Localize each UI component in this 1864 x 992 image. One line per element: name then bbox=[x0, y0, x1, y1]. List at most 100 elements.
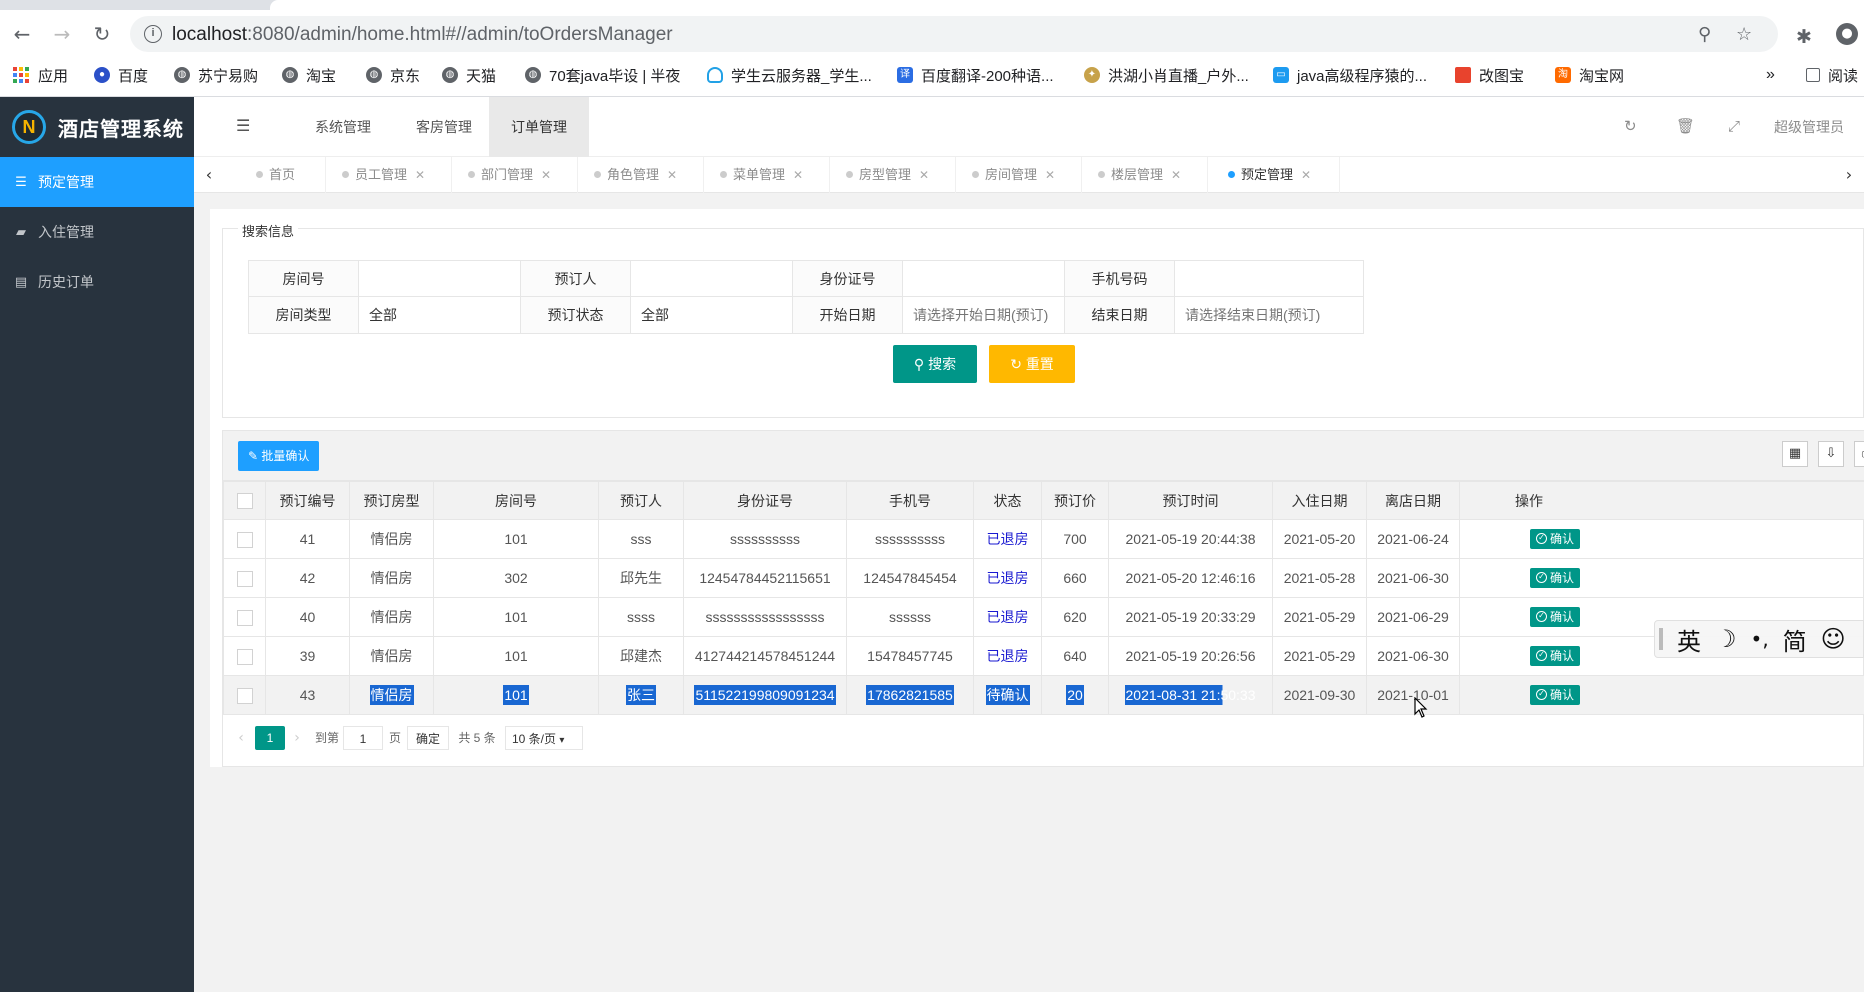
end-date-input[interactable] bbox=[1175, 297, 1363, 333]
start-date-input[interactable] bbox=[903, 297, 1091, 333]
select-all-checkbox[interactable] bbox=[236, 493, 253, 510]
id-card-input[interactable] bbox=[903, 261, 1091, 297]
profile-avatar-icon[interactable]: ● bbox=[1836, 23, 1858, 45]
ime-lang-toggle[interactable]: 英 bbox=[1677, 622, 1701, 657]
bookmark-java-senior[interactable]: ▭ java高级程序猿的... bbox=[1273, 64, 1427, 86]
row-checkbox[interactable] bbox=[236, 531, 253, 548]
forward-icon[interactable]: → bbox=[50, 22, 74, 46]
room-type-select[interactable]: 全部 bbox=[359, 297, 547, 333]
tab-reservations[interactable]: 预定管理 ✕ bbox=[1228, 157, 1340, 193]
page-size-select[interactable]: 10 条/页 ▾ bbox=[505, 726, 583, 750]
sidebar-item-reservations[interactable]: ☰ 预定管理 bbox=[0, 157, 194, 207]
close-icon[interactable]: ✕ bbox=[667, 168, 677, 182]
bookmark-honghu-live[interactable]: ✦ 洪湖小肖直播_户外... bbox=[1084, 64, 1249, 86]
search-button[interactable]: ⚲ 搜索 bbox=[893, 345, 977, 383]
next-page-icon[interactable]: › bbox=[289, 726, 305, 750]
row-checkbox[interactable] bbox=[236, 687, 253, 704]
row-checkbox[interactable] bbox=[236, 648, 253, 665]
confirm-button[interactable]: ✓ 确认 bbox=[1530, 568, 1581, 588]
confirm-button[interactable]: ✓ 确认 bbox=[1530, 646, 1581, 666]
col-header[interactable]: 离店日期 bbox=[1366, 481, 1460, 520]
col-header[interactable]: 状态 bbox=[973, 481, 1042, 520]
bookmark-taobao-net[interactable]: 淘淘宝网 bbox=[1555, 64, 1624, 86]
tab-floors[interactable]: 楼层管理 ✕ bbox=[1098, 157, 1208, 193]
export-icon[interactable]: ⇩ bbox=[1818, 441, 1844, 467]
goto-page-input[interactable]: 1 bbox=[343, 726, 383, 750]
bookmark-taobao[interactable]: ◍ 淘宝 bbox=[282, 64, 336, 86]
extensions-puzzle-icon[interactable]: ✱ bbox=[1796, 26, 1812, 48]
col-header[interactable]: 预订人 bbox=[598, 481, 684, 520]
close-icon[interactable]: ✕ bbox=[415, 168, 425, 182]
bookmark-baidu-translate[interactable]: 译百度翻译-200种语... bbox=[897, 64, 1054, 86]
bookmarks-more[interactable]: » bbox=[1766, 64, 1775, 86]
menu-toggle-icon[interactable]: ☰ bbox=[236, 116, 250, 135]
close-icon[interactable]: ✕ bbox=[541, 168, 551, 182]
prev-page-icon[interactable]: ‹ bbox=[233, 726, 249, 750]
col-header[interactable]: 预订编号 bbox=[265, 481, 350, 520]
table-row[interactable]: 40 情侣房 101 ssss sssssssssssssssss ssssss… bbox=[223, 597, 1864, 637]
trash-icon[interactable]: 🗑 bbox=[1676, 117, 1695, 135]
user-menu[interactable]: 超级管理员 bbox=[1774, 97, 1864, 157]
refresh-icon[interactable]: ↻ bbox=[1624, 117, 1637, 135]
bookmark-gaitubao[interactable]: 改图宝 bbox=[1455, 64, 1524, 86]
bookmark-baidu[interactable]: ● 百度 bbox=[94, 64, 148, 86]
reload-icon[interactable]: ↻ bbox=[90, 22, 114, 46]
bookmark-java-projects[interactable]: ◍ 70套java毕设 | 半夜 bbox=[525, 64, 680, 86]
col-header[interactable]: 预订价 bbox=[1041, 481, 1109, 520]
tabs-next-icon[interactable]: › bbox=[1834, 157, 1864, 193]
bookmark-apps[interactable]: 应用 bbox=[13, 64, 68, 86]
tab-menus[interactable]: 菜单管理 ✕ bbox=[720, 157, 830, 193]
fullscreen-icon[interactable]: ⤢ bbox=[1728, 117, 1740, 135]
confirm-button[interactable]: ✓ 确认 bbox=[1530, 529, 1581, 549]
site-info-icon[interactable]: i bbox=[144, 25, 162, 43]
back-icon[interactable]: ← bbox=[10, 22, 34, 46]
ime-punctuation-toggle[interactable]: •, bbox=[1751, 627, 1769, 651]
emoji-icon[interactable]: ☺ bbox=[1821, 625, 1846, 653]
tab-departments[interactable]: 部门管理 ✕ bbox=[468, 157, 578, 193]
room-no-input[interactable] bbox=[359, 261, 547, 297]
nav-orders[interactable]: 订单管理 bbox=[489, 97, 589, 157]
col-header[interactable]: 房间号 bbox=[433, 481, 599, 520]
batch-confirm-button[interactable]: ✎ 批量确认 bbox=[238, 441, 320, 471]
row-checkbox[interactable] bbox=[236, 570, 253, 587]
close-icon[interactable]: ✕ bbox=[919, 168, 929, 182]
table-row[interactable]: 42 情侣房 302 邱先生 12454784452115651 1245478… bbox=[223, 558, 1864, 598]
close-icon[interactable]: ✕ bbox=[793, 168, 803, 182]
sidebar-item-checkin[interactable]: ▰ 入住管理 bbox=[0, 207, 194, 257]
address-bar[interactable]: i localhost:8080/admin/home.html#//admin… bbox=[130, 16, 1778, 52]
col-header[interactable]: 预订时间 bbox=[1108, 481, 1273, 520]
tab-roles[interactable]: 角色管理 ✕ bbox=[594, 157, 704, 193]
bookmark-suning[interactable]: ◍ 苏宁易购 bbox=[174, 64, 258, 86]
columns-filter-icon[interactable]: ▦ bbox=[1782, 441, 1808, 467]
close-icon[interactable]: ✕ bbox=[1045, 168, 1055, 182]
close-icon[interactable]: ✕ bbox=[1301, 168, 1311, 182]
confirm-button[interactable]: ✓ 确认 bbox=[1530, 685, 1581, 705]
table-row[interactable]: 39 情侣房 101 邱建杰 412744214578451244 154784… bbox=[223, 636, 1864, 676]
tabs-prev-icon[interactable]: ‹ bbox=[194, 157, 224, 193]
table-row[interactable]: 43 情侣房 101 张三 511522199809091234 1786282… bbox=[223, 675, 1864, 715]
tab-employees[interactable]: 员工管理 ✕ bbox=[342, 157, 452, 193]
print-icon[interactable]: ⎙ bbox=[1854, 441, 1864, 467]
row-checkbox[interactable] bbox=[236, 609, 253, 626]
goto-confirm-button[interactable]: 确定 bbox=[407, 726, 449, 750]
active-browser-tab[interactable] bbox=[270, 0, 1864, 10]
page-1[interactable]: 1 bbox=[255, 726, 285, 750]
moon-icon[interactable]: ☽ bbox=[1715, 625, 1737, 653]
bookmark-student-cloud[interactable]: 学生云服务器_学生... bbox=[707, 64, 872, 86]
ime-drag-handle[interactable] bbox=[1659, 628, 1663, 650]
reading-list[interactable]: 阅读 bbox=[1806, 64, 1858, 86]
phone-input[interactable] bbox=[1175, 261, 1363, 297]
col-header[interactable]: 入住日期 bbox=[1272, 481, 1367, 520]
bookmark-jd[interactable]: ◍ 京东 bbox=[366, 64, 420, 86]
col-header[interactable]: 预订房型 bbox=[349, 481, 434, 520]
sidebar-item-history[interactable]: ▤ 历史订单 bbox=[0, 257, 194, 307]
bookmark-tmall[interactable]: ◍ 天猫 bbox=[442, 64, 496, 86]
col-header[interactable]: 身份证号 bbox=[683, 481, 847, 520]
confirm-button[interactable]: ✓ 确认 bbox=[1530, 607, 1581, 627]
booker-input[interactable] bbox=[631, 261, 819, 297]
nav-rooms[interactable]: 客房管理 bbox=[394, 97, 494, 157]
nav-system[interactable]: 系统管理 bbox=[292, 97, 394, 157]
table-row[interactable]: 41 情侣房 101 sss ssssssssss ssssssssss 已退房… bbox=[223, 519, 1864, 559]
zoom-icon[interactable]: ⚲ bbox=[1698, 24, 1711, 45]
tab-room-types[interactable]: 房型管理 ✕ bbox=[846, 157, 956, 193]
